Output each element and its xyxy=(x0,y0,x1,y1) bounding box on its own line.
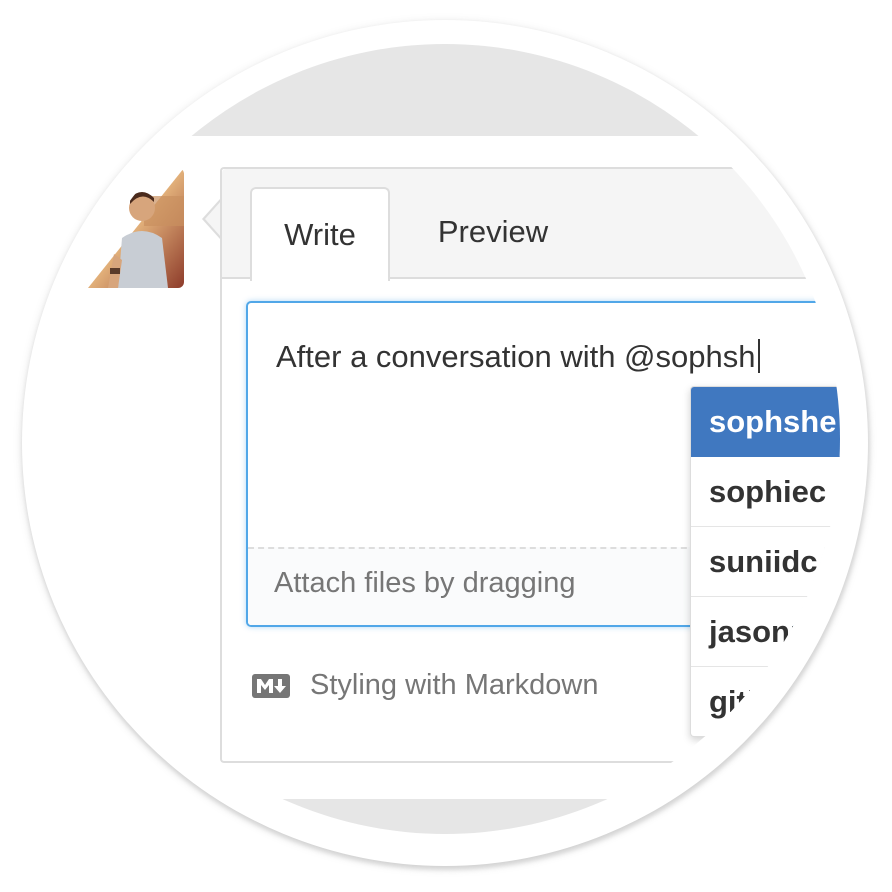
comment-pointer-fill xyxy=(205,201,221,237)
comment-tabs: Write Preview xyxy=(222,169,840,281)
magnifier-frame: Write Preview After a conversation with … xyxy=(22,20,868,866)
markdown-help-label: Styling with Markdown xyxy=(310,669,599,701)
suggestion-item[interactable]: sophiec xyxy=(691,457,840,527)
magnified-view: Write Preview After a conversation with … xyxy=(50,44,840,834)
markdown-icon xyxy=(252,673,290,698)
avatar-photo-icon xyxy=(88,168,184,288)
suggestion-item[interactable]: suniidc xyxy=(691,527,840,597)
suggestion-item[interactable]: gith xyxy=(691,667,840,736)
tab-preview[interactable]: Preview xyxy=(418,187,568,277)
suggestion-item[interactable]: sophshe xyxy=(691,387,840,457)
page-background-top xyxy=(50,44,840,136)
tab-write[interactable]: Write xyxy=(250,187,390,281)
dropzone-label: Attach files by dragging xyxy=(274,567,576,599)
comment-value: After a conversation with @sophsh xyxy=(276,339,756,374)
markdown-help-link[interactable]: Styling with Markdown xyxy=(252,669,599,702)
mention-suggestions: sophshe sophiec suniidc jasonr gith xyxy=(690,386,840,737)
comment-text: After a conversation with @sophsh xyxy=(276,339,760,375)
text-caret xyxy=(757,339,760,373)
user-avatar[interactable] xyxy=(88,168,184,288)
suggestion-item[interactable]: jasonr xyxy=(691,597,840,667)
page-background-bottom xyxy=(50,799,840,834)
